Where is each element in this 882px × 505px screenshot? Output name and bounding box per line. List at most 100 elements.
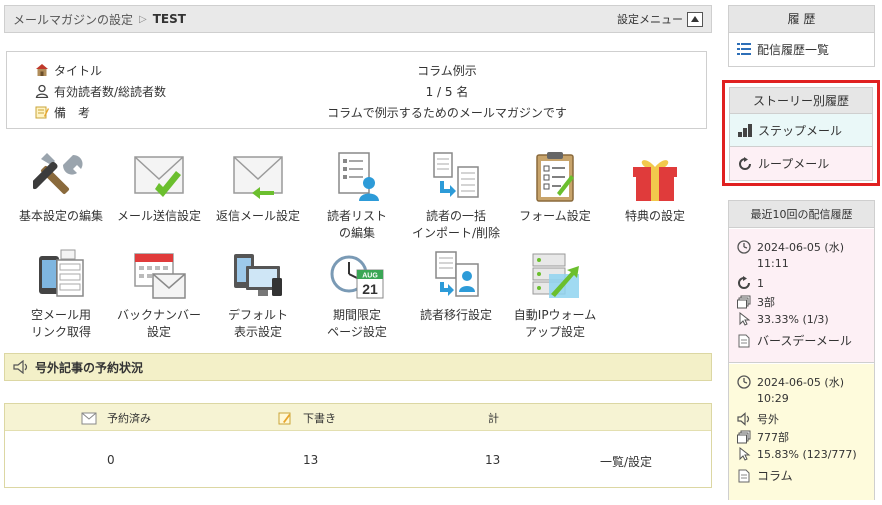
- clock-calendar-icon: AUG 21: [330, 255, 384, 299]
- table-header-row: 予約済み 下書き 計: [5, 404, 711, 431]
- story-history-highlight: ストーリー別履歴 ステップメール ループメール: [722, 80, 880, 186]
- tile-label: 空メール用: [30, 308, 91, 322]
- tile-reader-list[interactable]: 読者リスト の編集: [302, 149, 412, 242]
- tile-label: 読者移行設定: [419, 308, 492, 322]
- tile-empty-mail-link[interactable]: 空メール用 リンク取得: [6, 248, 116, 341]
- note-label: 備 考: [54, 105, 91, 120]
- delivery-date-line: 2024-06-05 (水): [737, 239, 844, 255]
- delivery-time: 11:11: [757, 257, 789, 270]
- header-draft: 下書き: [277, 410, 336, 426]
- delivery-history-list-link[interactable]: 配信履歴一覧: [729, 33, 874, 65]
- cursor-icon: [739, 312, 751, 326]
- delivery-kind-line: 1: [737, 276, 764, 290]
- breadcrumb-parent[interactable]: メールマガジンの設定: [13, 11, 133, 28]
- tile-bulk-import[interactable]: 読者の一括 インポート/削除: [401, 149, 511, 242]
- calendar-envelope-icon: [134, 253, 186, 299]
- clock-icon: [737, 240, 751, 254]
- title-label: タイトル: [54, 63, 103, 78]
- phone-form-icon: [39, 249, 84, 297]
- tile-label-line2: の編集: [338, 226, 375, 240]
- delivery-entry-1[interactable]: 2024-06-05 (水) 11:11 1 3部 33.33% (1/3) バ…: [729, 229, 874, 363]
- tile-limited-page[interactable]: AUG 21 期間限定 ページ設定: [302, 248, 412, 341]
- list-settings-link[interactable]: 一覧/設定: [600, 453, 652, 470]
- header-total: 計: [488, 412, 499, 425]
- cursor-icon: [739, 447, 751, 461]
- tile-label-line2: 設定: [146, 325, 171, 339]
- tile-label-line2: リンク取得: [30, 325, 91, 339]
- delivery-count-line: 3部: [737, 294, 775, 310]
- settings-menu-label[interactable]: 設定メニュー: [617, 11, 683, 27]
- clipboard-form-icon: [536, 152, 574, 202]
- delivery-subject-line: コラム: [737, 467, 793, 484]
- recent-deliveries-title: 最近10回の配信履歴: [729, 201, 874, 228]
- tile-bonus-settings[interactable]: 特典の設定: [600, 149, 710, 225]
- tile-reply-mail-settings[interactable]: 返信メール設定: [203, 149, 313, 225]
- breadcrumb-separator: ▷: [139, 13, 147, 25]
- section-title: 号外記事の予約状況: [35, 360, 144, 375]
- tile-form-settings[interactable]: フォーム設定: [500, 149, 610, 225]
- note-value: コラムで例示するためのメールマガジンです: [327, 105, 567, 120]
- settings-menu-toggle-button[interactable]: [687, 11, 703, 27]
- envelope-icon: [81, 412, 97, 424]
- loop-icon: [739, 156, 751, 170]
- delivery-entry-2[interactable]: 2024-06-05 (水) 10:29 号外 777部 15.83% (123…: [729, 364, 874, 500]
- tile-label-line2: アップ設定: [524, 325, 585, 339]
- tile-label: フォーム設定: [519, 209, 591, 223]
- tile-default-display[interactable]: デフォルト 表示設定: [203, 248, 313, 341]
- readers-label: 有効読者数/総読者数: [54, 84, 167, 99]
- settings-menu[interactable]: 設定メニュー: [617, 11, 703, 27]
- memo-icon: [35, 106, 49, 119]
- bulk-import-icon: [433, 152, 479, 198]
- story-history-panel: ストーリー別履歴 ステップメール ループメール: [729, 87, 873, 181]
- info-row-title: タイトル コラム例示: [7, 59, 706, 81]
- gift-icon: [633, 160, 677, 201]
- info-row-note: 備 考 コラムで例示するためのメールマガジンです: [7, 101, 706, 123]
- loop-mail-link[interactable]: ループメール: [730, 147, 872, 180]
- reserved-count: 0: [107, 453, 115, 467]
- reader-migration-icon: [435, 251, 479, 297]
- document-icon: [738, 469, 750, 482]
- clock-icon: [737, 375, 751, 389]
- tile-label: 期間限定: [332, 308, 381, 322]
- delivery-kind-line: 号外: [737, 411, 779, 427]
- history-panel-title: 履 歴: [729, 6, 874, 33]
- tile-mail-send-settings[interactable]: メール送信設定: [104, 149, 214, 225]
- reservation-status-table: 予約済み 下書き 計 0 13 13 一覧/設定: [4, 403, 712, 488]
- triangle-up-icon: [691, 16, 699, 22]
- envelope-reply-icon: [233, 156, 283, 199]
- pencil-memo-icon: [278, 412, 291, 424]
- tile-ip-warmup[interactable]: 自動IPウォーム アップ設定: [500, 248, 610, 341]
- history-panel: 履 歴 配信履歴一覧: [728, 5, 875, 67]
- tile-label-line2: 表示設定: [233, 325, 282, 339]
- tile-label: 読者の一括: [425, 209, 486, 223]
- tile-label-line2: ページ設定: [327, 325, 387, 339]
- story-history-title: ストーリー別履歴: [730, 88, 872, 114]
- person-icon: [35, 84, 49, 98]
- delivery-date-line: 2024-06-05 (水): [737, 374, 844, 390]
- info-row-readers: 有効読者数/総読者数 1 / 5 名: [7, 80, 706, 102]
- list-icon: [737, 43, 751, 55]
- header-reserved: 予約済み: [81, 410, 151, 426]
- tile-label: デフォルト: [227, 308, 288, 322]
- loop-icon: [738, 276, 750, 289]
- tile-label: 自動IPウォーム: [513, 308, 597, 322]
- delivery-time: 10:29: [757, 392, 789, 405]
- step-mail-link[interactable]: ステップメール: [730, 114, 872, 147]
- delivery-click-rate-line: 15.83% (123/777): [737, 447, 857, 461]
- readers-value: 1 / 5 名: [425, 84, 469, 99]
- tile-label-line2: インポート/削除: [411, 226, 501, 240]
- tile-label: 返信メール設定: [215, 209, 300, 223]
- page-title: TEST: [152, 12, 186, 26]
- tile-label: 読者リスト: [326, 209, 387, 223]
- magazine-info-box: タイトル コラム例示 有効読者数/総読者数 1 / 5 名 備 考 コラムで例示…: [6, 51, 707, 129]
- recent-deliveries-panel: 最近10回の配信履歴 2024-06-05 (水) 11:11 1 3部 33.…: [728, 200, 875, 500]
- tile-label: 特典の設定: [624, 209, 685, 223]
- tile-basic-settings[interactable]: 基本設定の編集: [6, 149, 116, 225]
- header-bar: メールマガジンの設定 ▷ TEST 設定メニュー: [4, 5, 712, 33]
- tile-backnumber-settings[interactable]: バックナンバー 設定: [104, 248, 214, 341]
- reader-list-icon: [338, 152, 379, 201]
- tile-reader-migration[interactable]: 読者移行設定: [401, 248, 511, 324]
- draft-count: 13: [303, 453, 319, 467]
- total-count: 13: [485, 453, 501, 467]
- tile-label: 基本設定の編集: [18, 209, 103, 223]
